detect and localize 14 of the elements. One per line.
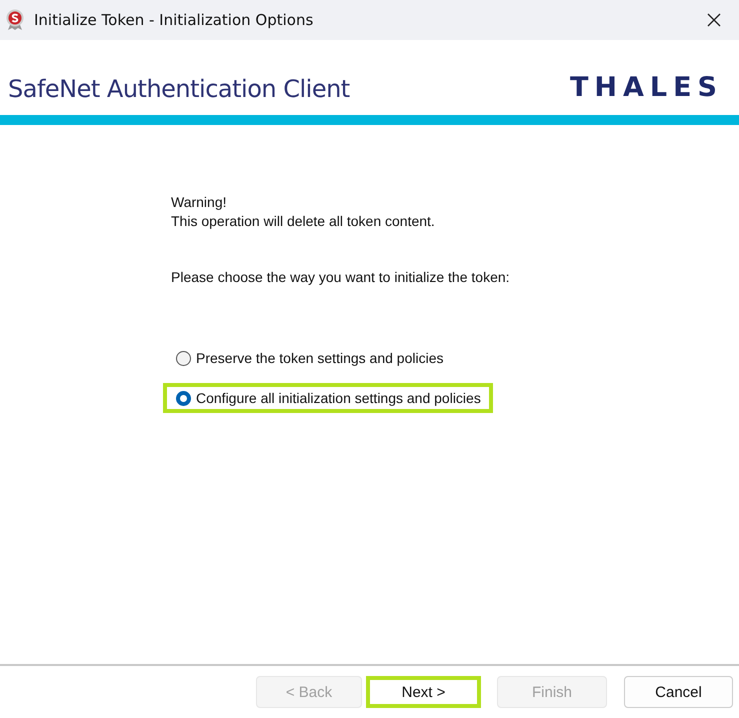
radio-button[interactable] (176, 350, 191, 366)
product-name: SafeNet Authentication Client (8, 75, 350, 103)
warning-text: This operation will delete all token content. (171, 212, 435, 231)
window-title: Initialize Token - Initialization Options (34, 11, 314, 29)
radio-option[interactable]: Configure all initialization settings and policies (163, 383, 493, 413)
prompt-text: Please choose the way you want to initialize the token: (171, 269, 510, 285)
radio-option[interactable]: Preserve the token settings and policies (163, 343, 493, 373)
dialog-button[interactable]: Cancel (624, 676, 733, 708)
radio-button[interactable] (176, 390, 191, 406)
warning-text: Warning! (171, 193, 228, 212)
dialog-button[interactable]: Next > (366, 676, 481, 708)
close-icon (707, 13, 721, 27)
brand-logo: THALES (570, 72, 723, 103)
app-icon (5, 9, 25, 31)
